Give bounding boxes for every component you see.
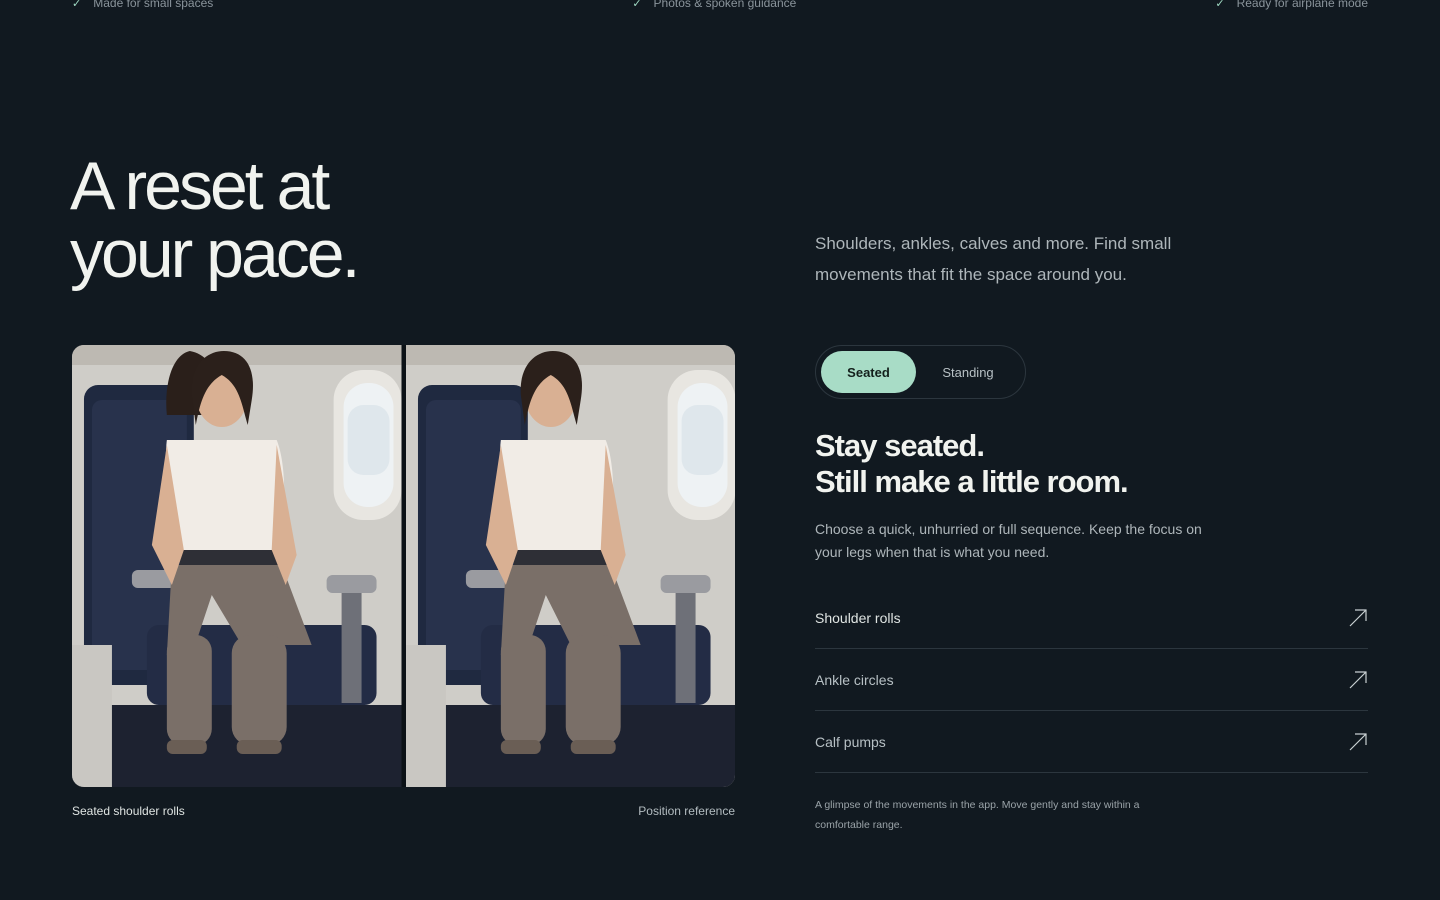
seated-passenger-illustration — [72, 345, 402, 787]
feature-label: Ready for airplane mode — [1236, 0, 1368, 10]
photo-caption: Seated shoulder rolls — [72, 804, 185, 818]
movement-list: Shoulder rolls Ankle circles Calf pumps — [815, 587, 1368, 773]
section-description: Choose a quick, unhurried or full sequen… — [815, 521, 1202, 560]
movement-item-calf-pumps[interactable]: Calf pumps — [815, 711, 1368, 773]
check-icon: ✓ — [632, 0, 642, 10]
movement-label: Ankle circles — [815, 671, 894, 688]
feature-item: ✓ Ready for airplane mode — [1215, 0, 1368, 10]
feature-label: Made for small spaces — [93, 0, 214, 10]
photo-pane-right — [405, 345, 735, 787]
arrow-up-right-icon — [1349, 732, 1367, 750]
hero-title: A reset at your pace. — [70, 148, 361, 292]
section-title-line: Still make a little room. — [815, 464, 1129, 499]
movement-label: Shoulder rolls — [815, 609, 901, 626]
position-toggle: Seated Standing — [815, 345, 1026, 399]
photo-pane-left — [72, 345, 402, 787]
exercise-photo — [72, 345, 735, 787]
feature-strip: ✓ Made for small spaces ✓ Photos & spoke… — [72, 0, 1368, 13]
section-title: Stay seated. Still make a little room. — [815, 428, 1129, 500]
photo-reference-label: Position reference — [638, 804, 735, 818]
position-reference-illustration — [405, 345, 735, 787]
hero-title-line: A reset at — [70, 148, 330, 224]
feature-label: Photos & spoken guidance — [653, 0, 797, 10]
footnote: A glimpse of the movements in the app. M… — [815, 799, 1140, 831]
movement-item-ankle-circles[interactable]: Ankle circles — [815, 649, 1368, 711]
feature-item: ✓ Photos & spoken guidance — [632, 0, 796, 10]
toggle-standing[interactable]: Standing — [916, 351, 1020, 393]
arrow-up-right-icon — [1349, 608, 1367, 626]
check-icon: ✓ — [72, 0, 82, 10]
section-title-line: Stay seated. — [815, 428, 985, 463]
movement-item-shoulder-rolls[interactable]: Shoulder rolls — [815, 587, 1368, 649]
feature-item: ✓ Made for small spaces — [72, 0, 213, 10]
arrow-up-right-icon — [1349, 670, 1367, 688]
toggle-seated[interactable]: Seated — [821, 351, 916, 393]
hero-intro: Shoulders, ankles, calves and more. Find… — [815, 234, 1172, 284]
check-icon: ✓ — [1215, 0, 1225, 10]
hero-title-line: your pace. — [70, 216, 361, 292]
movement-label: Calf pumps — [815, 733, 886, 750]
